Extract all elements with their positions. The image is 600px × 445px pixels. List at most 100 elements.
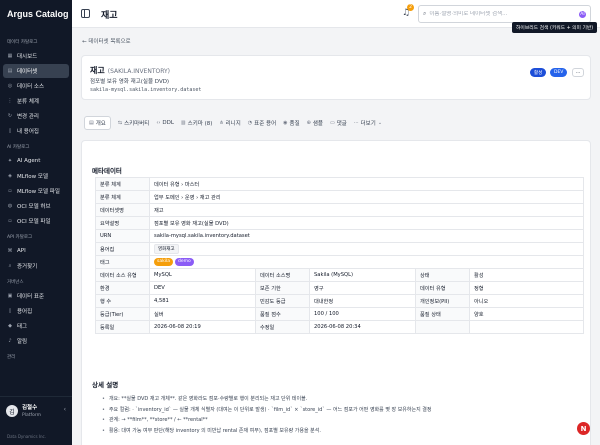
sidebar-item-evidence[interactable]: ⌕ 증거찾기	[3, 259, 69, 273]
list-item: 관계: → **film**, **store** / ← **rental**	[102, 416, 432, 427]
tab-quality[interactable]: ◉ 품질	[283, 119, 300, 127]
meta-value: 2026-06-08 20:34	[309, 320, 416, 334]
dataset-header-card: 재고 (SAKILA.INVENTORY) 점포별 보유 영화 재고(실물 DVD…	[81, 55, 591, 100]
dataset-description: 점포별 보유 영화 재고(실물 DVD)	[90, 79, 170, 85]
status-badge: 활성	[530, 68, 547, 77]
sidebar-item-mlflow-files[interactable]: ▫ MLflow 모델 파일	[3, 184, 69, 198]
meta-value: 영구	[309, 281, 416, 295]
list-item: 주요 컬럼: · `inventory_id` — 실물 개체 식별자 (대여는…	[102, 406, 432, 417]
meta-value: 정형	[468, 281, 585, 295]
meta-key: 태그	[95, 255, 150, 269]
glossary-term-chip[interactable]: 영화재고	[154, 244, 179, 254]
meta-key: 보존 기한	[255, 281, 310, 295]
user-profile[interactable]: 김 김철수 Platform ‹	[0, 396, 72, 434]
sidebar-section-title: 관리	[7, 355, 16, 360]
meta-key: 품질 상태	[415, 307, 470, 321]
meta-key: 환경	[95, 281, 150, 295]
env-badge: DEV	[550, 68, 568, 77]
tab-lineage[interactable]: ⋔ 리니지	[219, 119, 240, 127]
sidebar-item-tags[interactable]: ◆ 태그	[3, 319, 69, 333]
tab-more[interactable]: ··· 더보기 ⌄	[354, 119, 384, 127]
table-row: URN sakila-mysql.sakila.inventory.dataset	[95, 229, 585, 243]
comment-icon: ▭	[329, 120, 335, 126]
meta-key: 요약설명	[95, 216, 150, 230]
sidebar-item-oci-files[interactable]: ▫ OCI 모델 파일	[3, 214, 69, 228]
search-icon: ⌕	[423, 10, 427, 17]
chevron-left-icon[interactable]: ‹	[64, 406, 66, 413]
table-row: 등급(Tier) 실버 품질 점수 100 / 100 품질 상태 양호	[95, 307, 585, 321]
sidebar-item-api[interactable]: ⌘ API	[3, 244, 69, 258]
tab-schema[interactable]: ▥ 스키마 (8)	[181, 119, 212, 127]
tab-comments[interactable]: ▭ 댓글	[330, 119, 347, 127]
sidebar-item-taxonomy[interactable]: ⋮ 분류 체계	[3, 94, 69, 108]
detail-list: 개요: **실물 DVD 재고 개체**. 같은 영화라도 점포·수량별로 행이…	[102, 395, 432, 437]
tag-chip[interactable]: demo	[174, 258, 194, 266]
tree-icon: ⋮	[7, 98, 13, 104]
tab-sample[interactable]: ⊕ 샘플	[307, 119, 323, 127]
meta-key: 분류 체계	[95, 190, 150, 204]
tag-chip[interactable]: sakila	[154, 258, 173, 266]
standard-icon: ◔	[247, 120, 253, 126]
sidebar-item-mlflow-models[interactable]: ◈ MLflow 모델	[3, 169, 69, 183]
sidebar-item-datasources[interactable]: ◎ 데이터 소스	[3, 79, 69, 93]
sidebar-item-ai-agent[interactable]: ✦ AI Agent	[3, 154, 69, 168]
dataset-title: 재고 (SAKILA.INVENTORY)	[90, 66, 171, 75]
doc-icon: ▤	[89, 120, 94, 126]
meta-key: 상태	[415, 268, 470, 282]
meta-value: Sakila (MySQL)	[309, 268, 416, 282]
meta-key: 등록일	[95, 320, 150, 334]
meta-key: 수정일	[255, 320, 310, 334]
more-actions-button[interactable]: ···	[572, 68, 584, 77]
sidebar-item-dashboard[interactable]: ▦ 대시보드	[3, 49, 69, 63]
sidebar-section-title: AI 카탈로그	[7, 145, 30, 150]
meta-key	[415, 320, 470, 334]
code-icon: ‹›	[156, 120, 161, 126]
standard-icon: ▣	[7, 293, 13, 299]
assistant-fab[interactable]: N	[577, 422, 590, 435]
meta-key: 개인정보(PII)	[415, 294, 470, 308]
table-row: 분류 체계 데이터 유형 › 마스터	[95, 177, 585, 191]
meta-value: 아니오	[468, 294, 585, 308]
sidebar-item-my-glossary[interactable]: ▯ 내 용어집	[3, 124, 69, 138]
meta-key: 민감도 등급	[255, 294, 310, 308]
meta-value: sakila-mysql.sakila.inventory.dataset	[148, 229, 585, 243]
sidebar: Argus Catalog 데이터 카탈로그 ▦ 대시보드 ▤ 데이터셋 ◎ 데이터 …	[0, 0, 72, 445]
search-box[interactable]: ⌕ AI	[418, 5, 591, 23]
metadata-table: 분류 체계 데이터 유형 › 마스터 분류 체계 업무 도메인 › 운영 › 재고 …	[95, 177, 585, 334]
grid-icon: ▦	[7, 53, 13, 59]
search-icon: ⌕	[8, 263, 12, 269]
check-icon: ◉	[283, 120, 288, 126]
sidebar-section-title: 거버넌스	[7, 280, 24, 285]
columns-icon: ▥	[180, 120, 186, 126]
history-icon: ↻	[7, 113, 13, 119]
tab-ddl[interactable]: ‹› DDL	[156, 120, 174, 126]
sidebar-item-glossary[interactable]: ▯ 용어집	[3, 304, 69, 318]
meta-key: 용어집	[95, 242, 150, 256]
sidebar-item-changes[interactable]: ↻ 변경 관리	[3, 109, 69, 123]
schema-icon: ⇆	[117, 120, 123, 126]
tab-overview[interactable]: ▤ 개요	[84, 116, 111, 130]
table-row: 데이터셋명 재고	[95, 203, 585, 217]
sidebar-item-oci-hub[interactable]: ◍ OCI 모델 허브	[3, 199, 69, 213]
meta-value: MySQL	[149, 268, 256, 282]
file-icon: ▫	[8, 188, 12, 194]
tab-schema-version[interactable]: ⇆ 스키마버티	[118, 119, 150, 127]
bot-icon: ✦	[7, 158, 13, 164]
app-logo[interactable]: Argus Catalog	[0, 0, 72, 28]
table-row: 환경 DEV 보존 기한 영구 데이터 유형 정형	[95, 281, 585, 295]
sidebar-item-data-standard[interactable]: ▣ 데이터 표준	[3, 289, 69, 303]
globe-icon: ⊕	[306, 120, 311, 126]
hybrid-search-toggle[interactable]: AI	[579, 10, 586, 18]
database-icon: ◎	[7, 83, 13, 89]
tab-bar: ▤ 개요 ⇆ 스키마버티 ‹› DDL ▥ 스키마 (8) ⋔ 리니지 ◔ 표준 용어 ◉ 품…	[81, 116, 591, 130]
tab-standard-terms[interactable]: ◔ 표준 용어	[248, 119, 276, 127]
user-name: 김철수	[22, 405, 38, 411]
back-link[interactable]: ← 데이터셋 목록으로	[82, 37, 131, 45]
sidebar-item-alerts[interactable]: ♪ 알림	[3, 334, 69, 348]
meta-key: 분류 체계	[95, 177, 150, 191]
search-input[interactable]	[429, 11, 570, 17]
sidebar-toggle-icon[interactable]	[81, 9, 90, 18]
cube-icon: ◈	[8, 173, 12, 179]
sidebar-item-datasets[interactable]: ▤ 데이터셋	[3, 64, 69, 78]
meta-value: 업무 도메인 › 운영 › 재고 관리	[148, 190, 585, 204]
